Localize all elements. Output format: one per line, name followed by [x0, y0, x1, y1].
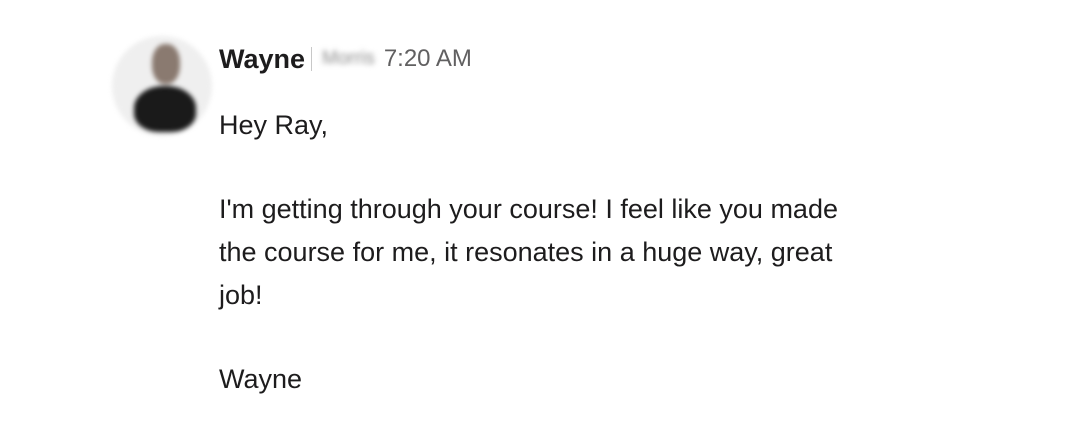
message-timestamp[interactable]: 7:20 AM [384, 45, 472, 73]
message-line: the course for me, it resonates in a hug… [219, 237, 833, 267]
message-signoff: Wayne [219, 364, 303, 394]
avatar-shoulders [134, 86, 196, 132]
message-greeting: Hey Ray, [219, 110, 329, 140]
message-body: Hey Ray, I'm getting through your course… [219, 104, 1019, 401]
message-line: job! [219, 280, 263, 310]
message-header: Wayne Morris 7:20 AM [219, 40, 472, 78]
sender-name[interactable]: Wayne [219, 44, 305, 75]
message-line: I'm getting through your course! I feel … [219, 194, 838, 224]
redacted-surname: Morris [322, 48, 375, 69]
avatar[interactable] [112, 36, 212, 136]
name-divider [311, 47, 313, 71]
chat-message: Wayne Morris 7:20 AM Hey Ray, I'm gettin… [0, 0, 1080, 447]
avatar-head [152, 44, 180, 84]
